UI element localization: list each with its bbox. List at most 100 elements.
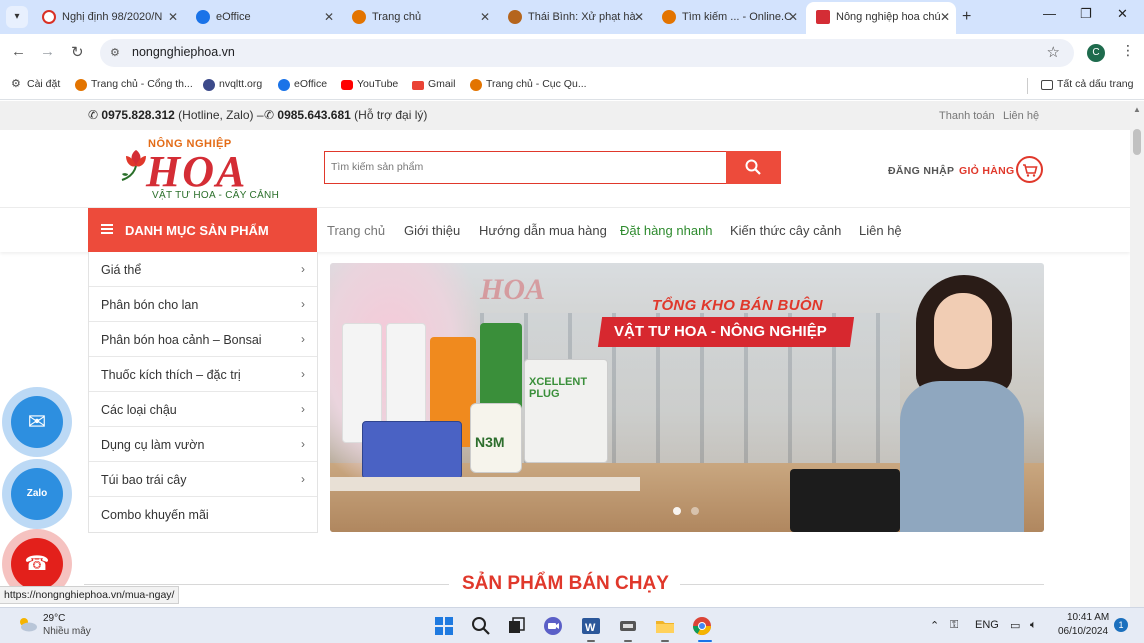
contact-link[interactable]: Liên hệ [1003,110,1039,122]
mail-icon: ✉ [27,409,47,434]
banner-watermark: HOA [480,273,546,306]
bookmark-item[interactable]: Trang chủ - Cục Qu... [470,78,587,91]
clock-date[interactable]: 06/10/2024 [1058,626,1108,637]
browser-tab[interactable]: Thái Bình: Xử phạt hà ✕ [498,4,650,30]
hamburger-icon [101,224,113,234]
hero-banner[interactable]: HOA TỔNG KHO BÁN BUÔN VẬT TƯ HOA - NÔNG … [330,263,1044,532]
restore-button[interactable]: ❐ [1080,6,1092,22]
slider-dot[interactable] [691,507,699,515]
file-explorer-icon[interactable] [654,615,676,637]
omnibox[interactable]: ⚙ nongnghiephoa.vn ☆ [100,39,1074,67]
category-item[interactable]: Phân bón hoa cảnh – Bonsai › [89,322,317,357]
category-item[interactable]: Thuốc kích thích – đặc trị › [89,357,317,392]
tab-close-icon[interactable]: ✕ [168,4,178,30]
payment-link[interactable]: Thanh toán [939,110,995,122]
search-button[interactable] [726,151,781,184]
nav-quick-order[interactable]: Đặt hàng nhanh [620,223,713,238]
bookmark-item[interactable]: eOffice [278,78,327,91]
display-icon[interactable]: ▭ [1010,619,1020,632]
email-contact-button[interactable]: ✉ [2,387,72,457]
url-text[interactable]: nongnghiephoa.vn [132,45,235,59]
bookmark-item[interactable]: YouTube [341,78,398,90]
weather-temperature[interactable]: 29°C [43,613,65,624]
chevron-right-icon: › [301,367,305,381]
login-link[interactable]: ĐĂNG NHẬP [888,165,954,177]
category-item[interactable]: Túi bao trái cây › [89,462,317,497]
category-item[interactable]: Phân bón cho lan › [89,287,317,322]
zalo-contact-button[interactable]: Zalo [2,459,72,529]
category-item[interactable]: Giá thể › [89,252,317,287]
category-menu-toggle[interactable]: DANH MỤC SẢN PHẨM [88,208,317,252]
tab-close-icon[interactable]: ✕ [480,4,490,30]
bookmark-settings[interactable]: ⚙ Cài đặt [11,78,60,90]
back-arrow-icon[interactable]: ← [11,43,26,60]
nav-knowledge[interactable]: Kiến thức cây cảnh [730,223,841,238]
browser-tab-active[interactable]: Nông nghiệp hoa chú ✕ [806,2,956,34]
bookmark-item[interactable]: nvqltt.org [203,78,262,91]
notification-badge[interactable]: 1 [1114,618,1128,632]
windows-start-icon[interactable] [433,615,455,637]
tab-close-icon[interactable]: ✕ [324,4,334,30]
hotline-note: (Hotline, Zalo) – [178,108,264,122]
scroll-up-icon[interactable]: ▲ [1133,105,1141,114]
hotline[interactable]: ✆ 0975.828.312 (Hotline, Zalo) – [88,108,264,122]
agent-number: 0985.643.681 [277,108,351,122]
new-tab-button[interactable]: + [962,8,971,26]
weather-description[interactable]: Nhiều mây [43,626,91,637]
reload-icon[interactable]: ↻ [71,43,84,61]
clock-time[interactable]: 10:41 AM [1067,612,1109,623]
minimize-button[interactable]: — [1043,6,1056,21]
bookmark-item[interactable]: Gmail [412,78,455,90]
nav-about[interactable]: Giới thiệu [404,223,460,238]
windows-taskbar: 29°C Nhiều mây W ⌃ ⚿ ENG ▭ 🔈︎ 10:41 AM 0… [0,607,1144,643]
language-indicator[interactable]: ENG [975,619,999,631]
chrome-icon[interactable] [691,615,713,637]
tab-close-icon[interactable]: ✕ [940,2,950,32]
site-info-icon[interactable]: ⚙ [110,46,120,59]
nav-home[interactable]: Trang chủ [327,223,385,238]
browser-tab[interactable]: Tìm kiếm ... - Online.C ✕ [652,4,804,30]
tab-title: Trang chủ [372,11,422,23]
meet-app-icon[interactable] [542,615,564,637]
nav-contact[interactable]: Liên hệ [859,223,902,238]
all-bookmarks-button[interactable]: Tất cả dấu trang [1041,78,1133,90]
bookmark-item[interactable]: Trang chủ - Cổng th... [75,78,193,91]
network-icon[interactable]: ⚿ [950,619,958,632]
cart-icon[interactable] [1016,156,1043,183]
tab-close-icon[interactable]: ✕ [788,4,798,30]
volume-icon[interactable]: 🔈︎ [1030,619,1037,632]
category-item[interactable]: Combo khuyến mãi [89,497,317,532]
phone-icon: ☎ [24,553,50,575]
tab-close-icon[interactable]: ✕ [634,4,644,30]
browser-tab[interactable]: Nghị định 98/2020/N ✕ [32,4,184,30]
profile-avatar[interactable]: C [1087,44,1105,62]
tab-title: Thái Bình: Xử phạt hà [528,11,636,23]
tray-overflow-icon[interactable]: ⌃ [930,619,939,632]
shopping-cart-icon [1023,164,1038,177]
browser-tab[interactable]: eOffice ✕ [186,4,340,30]
category-item[interactable]: Dụng cụ làm vườn › [89,427,317,462]
search-input[interactable]: Tìm kiếm sản phẩm [324,151,727,184]
site-logo[interactable]: NÔNG NGHIỆP HOA VẬT TƯ HOA - CÂY CẢNH [118,136,279,202]
search-icon[interactable] [470,615,492,637]
scroll-thumb[interactable] [1133,129,1141,155]
bookmark-star-icon[interactable]: ☆ [1047,43,1060,61]
browser-tab[interactable]: Trang chủ ✕ [342,4,496,30]
category-label: Thuốc kích thích – đặc trị [101,368,241,382]
nav-buying-guide[interactable]: Hướng dẫn mua hàng [479,223,607,238]
zalo-icon: Zalo [26,488,48,499]
svg-text:W: W [585,622,596,634]
tab-search-button[interactable]: ▾ [6,6,28,28]
app-icon[interactable] [617,615,639,637]
forward-arrow-icon[interactable]: → [40,43,55,60]
slider-dot-active[interactable] [673,507,681,515]
category-item[interactable]: Các loại chậu › [89,392,317,427]
cart-link[interactable]: GIỎ HÀNG [959,165,1014,177]
agent-phone[interactable]: ✆ 0985.643.681 (Hỗ trợ đại lý) [264,108,427,122]
close-window-button[interactable]: ✕ [1117,6,1128,22]
page-scrollbar[interactable]: ▲ [1130,101,1144,607]
browser-menu-icon[interactable]: ⋮ [1121,42,1135,59]
main-nav: DANH MỤC SẢN PHẨM Trang chủ Giới thiệu H… [0,208,1130,252]
task-view-icon[interactable] [505,615,527,637]
word-app-icon[interactable]: W [580,615,602,637]
